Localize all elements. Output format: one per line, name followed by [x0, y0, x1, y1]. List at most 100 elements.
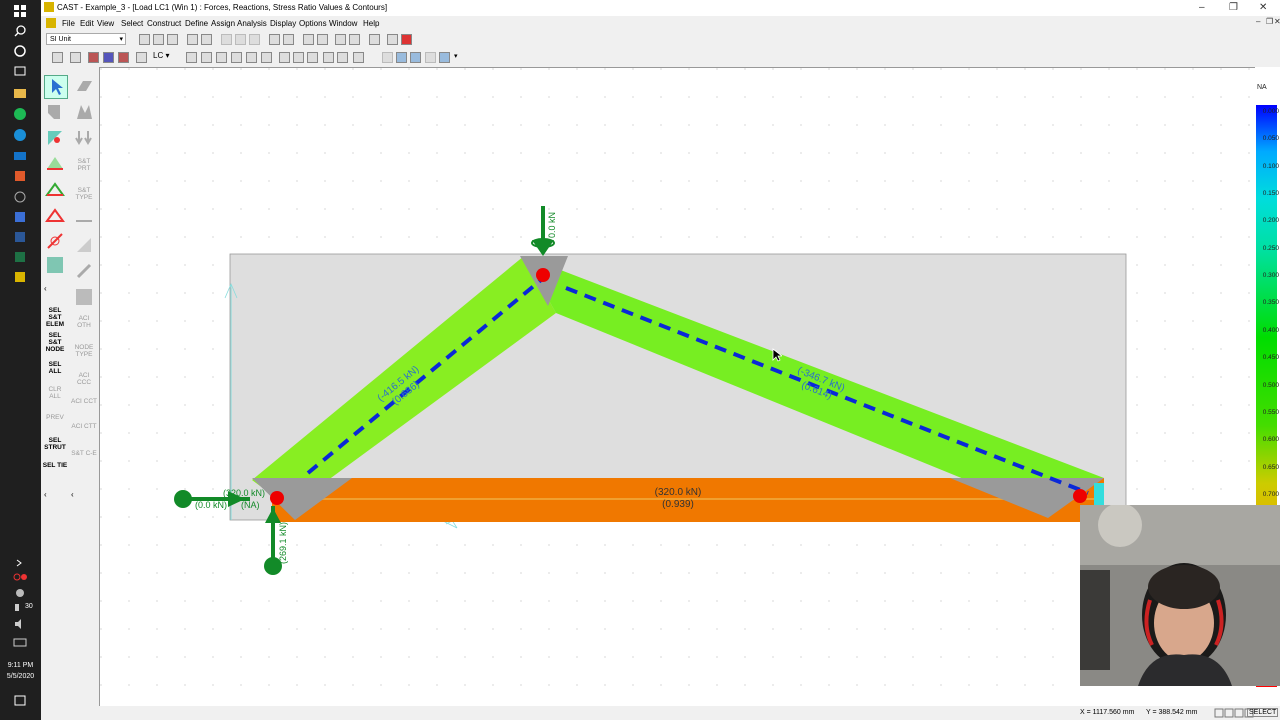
mdi-restore-icon[interactable]: ❐	[1266, 17, 1273, 26]
pan-down-icon[interactable]	[337, 52, 348, 63]
pattern-icon[interactable]	[73, 286, 95, 308]
pan-up-icon[interactable]	[323, 52, 334, 63]
task-view-icon[interactable]	[13, 64, 27, 78]
sel-st-elem-button[interactable]: SEL S&T ELEM	[42, 307, 68, 328]
aci-ccc-button[interactable]: ACI CCC	[71, 372, 97, 386]
app-icon[interactable]	[13, 210, 27, 224]
menu-window[interactable]: Window	[329, 19, 357, 28]
node-icon[interactable]	[44, 127, 66, 149]
minimize-icon[interactable]: –	[1199, 2, 1205, 13]
st-type-button[interactable]: S&T TYPE	[71, 187, 97, 201]
st-ce-button[interactable]: S&T C-E	[71, 450, 97, 457]
keyboard-icon[interactable]	[13, 635, 27, 649]
osnap-icon[interactable]	[425, 52, 436, 63]
word-icon[interactable]	[13, 230, 27, 244]
zoom-out-icon[interactable]	[231, 52, 242, 63]
axis-icon[interactable]	[52, 52, 63, 63]
mic-icon[interactable]: 30	[13, 601, 33, 615]
ortho-icon[interactable]	[410, 52, 421, 63]
windows-start-icon[interactable]	[13, 4, 27, 18]
hatch-icon[interactable]	[88, 52, 99, 63]
mdi-minimize-icon[interactable]: –	[1256, 17, 1260, 26]
office-icon[interactable]	[13, 169, 27, 183]
file-explorer-icon[interactable]	[13, 86, 27, 100]
truss-icon[interactable]	[44, 179, 66, 201]
line-icon[interactable]	[136, 52, 147, 63]
grid-toggle-icon[interactable]	[382, 52, 393, 63]
menu-edit[interactable]: Edit	[80, 19, 94, 28]
mdi-close-icon[interactable]: ✕	[1274, 17, 1280, 26]
restore-icon[interactable]: ❐	[1229, 2, 1238, 13]
save-icon[interactable]	[167, 34, 178, 45]
clr-all-button[interactable]: CLR ALL	[42, 386, 68, 400]
chevron-down-icon[interactable]: ▾	[454, 52, 458, 60]
chevron-up-icon[interactable]	[13, 555, 27, 569]
brush-icon[interactable]	[73, 260, 95, 282]
load-case-select[interactable]: LC ▾	[153, 51, 169, 60]
clock-date[interactable]: 5/5/2020	[0, 672, 41, 681]
hatch-pattern-icon[interactable]	[73, 234, 95, 256]
sel-strut-button[interactable]: SEL STRUT	[42, 437, 68, 451]
print-preview-icon[interactable]	[201, 34, 212, 45]
sel-all-button[interactable]: SEL ALL	[42, 361, 68, 375]
clock-app-icon[interactable]	[13, 190, 27, 204]
select-mode-indicator[interactable]: SELECT	[1247, 708, 1279, 717]
print-icon[interactable]	[187, 34, 198, 45]
node-right-dot[interactable]	[1073, 489, 1087, 503]
paste-icon[interactable]	[249, 34, 260, 45]
undo-icon[interactable]	[269, 34, 280, 45]
menu-display[interactable]: Display	[270, 19, 296, 28]
menu-file[interactable]: File	[62, 19, 75, 28]
menu-select[interactable]: Select	[121, 19, 143, 28]
menu-view[interactable]: View	[97, 19, 114, 28]
new-file-icon[interactable]	[139, 34, 150, 45]
delete-icon[interactable]	[118, 52, 129, 63]
aci-cct-button[interactable]: ACI CCT	[71, 398, 97, 405]
snap-icon[interactable]	[396, 52, 407, 63]
excel-icon[interactable]	[13, 250, 27, 264]
load-arrow-icon[interactable]	[73, 127, 95, 149]
zoom-all-icon[interactable]	[261, 52, 272, 63]
mesh-node-icon[interactable]	[44, 254, 66, 276]
layer-icon[interactable]	[439, 52, 450, 63]
unit-system-select[interactable]: SI Unit ▾	[46, 33, 126, 45]
sel-tie-button[interactable]: SEL TIE	[42, 462, 68, 469]
image-icon[interactable]	[317, 34, 328, 45]
pencil-icon[interactable]	[44, 230, 66, 252]
zoom-extent-icon[interactable]	[186, 52, 197, 63]
menu-options[interactable]: Options	[299, 19, 327, 28]
aci-oth-button[interactable]: ACI OTH	[71, 315, 97, 329]
dimension-icon[interactable]	[73, 210, 95, 232]
draw-icon[interactable]	[303, 34, 314, 45]
node-type-button[interactable]: NODE TYPE	[71, 344, 97, 358]
node-top-dot[interactable]	[536, 268, 550, 282]
cortana-icon[interactable]	[13, 44, 27, 58]
strut-tie-icon[interactable]	[44, 153, 66, 175]
menu-analysis[interactable]: Analysis	[237, 19, 267, 28]
node-left-dot[interactable]	[270, 491, 284, 505]
zoom-in-icon[interactable]	[246, 52, 257, 63]
pan-more-icon[interactable]	[353, 52, 364, 63]
pan-icon[interactable]	[279, 52, 290, 63]
menu-assign[interactable]: Assign	[211, 19, 235, 28]
truss-red-icon[interactable]	[44, 205, 66, 227]
network-icon[interactable]	[13, 586, 27, 600]
pan-right-icon[interactable]	[307, 52, 318, 63]
table-icon[interactable]	[349, 34, 360, 45]
select-arrow-icon[interactable]	[44, 75, 68, 99]
search-icon[interactable]	[13, 24, 27, 38]
st-prt-button[interactable]: S&T PRT	[71, 158, 97, 172]
cast-app-icon[interactable]	[13, 270, 27, 284]
collapse-icon-3[interactable]: ‹	[71, 490, 74, 499]
cut-icon[interactable]	[221, 34, 232, 45]
redo-icon[interactable]	[283, 34, 294, 45]
run-icon[interactable]	[369, 34, 380, 45]
prev-button[interactable]: PREV	[42, 414, 68, 421]
aci-ctt-button[interactable]: ACI CTT	[71, 423, 97, 430]
collapse-icon-2[interactable]: ‹	[44, 490, 47, 499]
sel-st-node-button[interactable]: SEL S&T NODE	[42, 332, 68, 353]
speaker-icon[interactable]	[13, 617, 27, 631]
region-icon[interactable]	[44, 101, 66, 123]
mesh-icon[interactable]	[103, 52, 114, 63]
notifications-icon[interactable]	[13, 694, 27, 708]
